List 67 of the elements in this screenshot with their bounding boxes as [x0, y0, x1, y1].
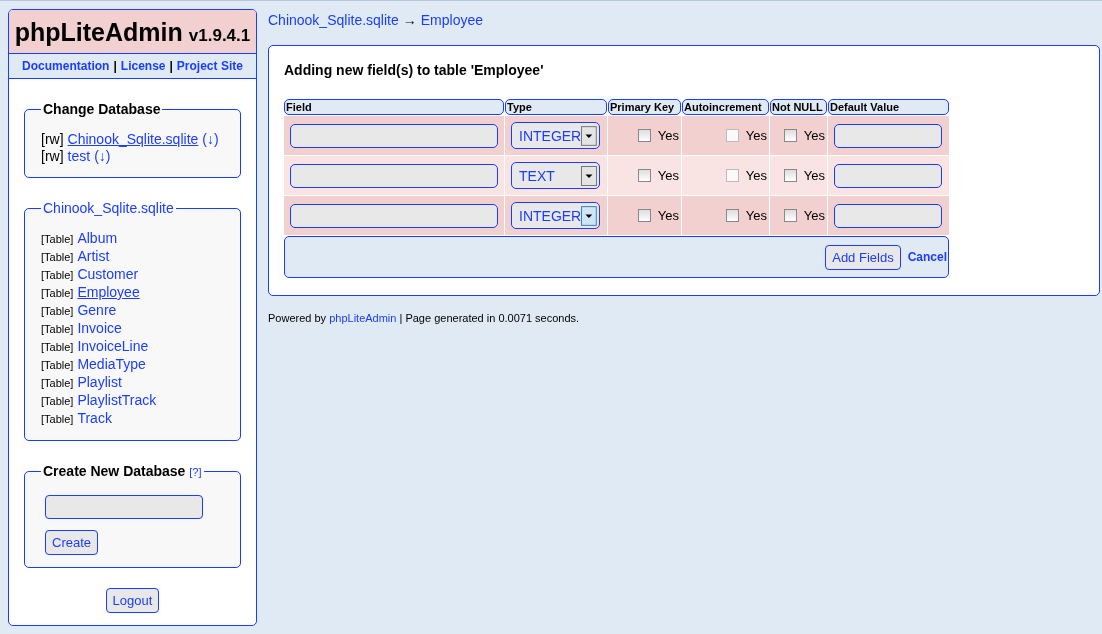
database-mode: [rw]	[41, 148, 64, 165]
table-tag: [Table]	[41, 411, 74, 428]
table-link[interactable]: Album	[77, 230, 118, 247]
database-link[interactable]: Chinook_Sqlite.sqlite	[67, 131, 199, 148]
table-tag: [Table]	[41, 285, 74, 302]
type-dropdown[interactable]: TEXT	[511, 162, 600, 189]
panel-legend: Change Database	[41, 101, 163, 117]
table-link[interactable]: Customer	[77, 266, 139, 283]
logout-button[interactable]: Logout	[105, 588, 160, 613]
header-link[interactable]: License	[120, 59, 166, 73]
link-separator: |	[169, 59, 173, 73]
table-link[interactable]: Track	[77, 410, 112, 427]
breadcrumb-link[interactable]: Chinook_Sqlite.sqlite	[268, 12, 399, 28]
cancel-link[interactable]: Cancel	[907, 250, 947, 264]
table-tag: [Table]	[41, 393, 74, 410]
table-link[interactable]: Artist	[77, 248, 110, 265]
create-button[interactable]: Create	[45, 530, 99, 555]
download-link[interactable]: (↓)	[94, 148, 111, 165]
panel-legend: Chinook_Sqlite.sqlite	[41, 200, 176, 216]
footer-link[interactable]: phpLiteAdmin	[329, 312, 397, 324]
table-link[interactable]: PlaylistTrack	[77, 392, 157, 409]
type-dropdown[interactable]: INTEGER	[511, 122, 600, 149]
column-header: Type	[505, 99, 607, 115]
table-link[interactable]: MediaType	[77, 356, 146, 373]
database-link[interactable]: test	[67, 148, 91, 165]
checkbox-label: Yes	[657, 208, 679, 223]
table-link[interactable]: InvoiceLine	[77, 338, 149, 355]
table-tag: [Table]	[41, 321, 74, 338]
table-link[interactable]: Playlist	[77, 374, 122, 391]
table-tag: [Table]	[41, 303, 74, 320]
footer-text: Powered by phpLiteAdmin | Page generated in 0.0071 seconds.	[268, 312, 581, 324]
column-header: Field	[284, 99, 504, 115]
header-link[interactable]: Documentation	[22, 59, 110, 73]
column-header: Primary Key	[608, 99, 681, 115]
add-fields-button[interactable]: Add Fields	[825, 244, 901, 270]
help-link[interactable]: [?]	[189, 466, 202, 478]
breadcrumb-arrow: →	[402, 12, 417, 28]
checkbox-label: Yes	[657, 168, 679, 183]
table-link[interactable]: Genre	[77, 302, 117, 319]
table-tag: [Table]	[41, 267, 74, 284]
app-version: v1.9.4.1	[188, 26, 251, 46]
column-header: Not NULL	[770, 99, 827, 115]
link-separator: |	[113, 59, 117, 73]
checkbox-label: Yes	[745, 208, 767, 223]
download-link[interactable]: (↓)	[202, 131, 219, 148]
form-title: Adding new field(s) to table 'Employee'	[284, 62, 545, 78]
breadcrumb-link[interactable]: Employee	[420, 12, 483, 28]
table-tag: [Table]	[41, 375, 74, 392]
checkbox-label: Yes	[803, 168, 825, 183]
checkbox-label: Yes	[657, 128, 679, 143]
checkbox-label: Yes	[803, 208, 825, 223]
checkbox-label: Yes	[803, 128, 825, 143]
table-tag: [Table]	[41, 357, 74, 374]
column-header: Default Value	[828, 99, 949, 115]
app-title: phpLiteAdmin	[14, 18, 183, 47]
type-dropdown[interactable]: INTEGER	[511, 202, 600, 229]
table-link[interactable]: Employee	[77, 284, 140, 301]
table-tag: [Table]	[41, 339, 74, 356]
header-link[interactable]: Project Site	[176, 59, 243, 73]
column-header: Autoincrement	[682, 99, 769, 115]
checkbox-label: Yes	[745, 168, 767, 183]
table-tag: [Table]	[41, 231, 74, 248]
panel-legend: Create New Database [?]	[41, 463, 204, 479]
table-tag: [Table]	[41, 249, 74, 266]
table-link[interactable]: Invoice	[77, 320, 122, 337]
database-mode: [rw]	[41, 131, 64, 148]
checkbox-label: Yes	[745, 128, 767, 143]
